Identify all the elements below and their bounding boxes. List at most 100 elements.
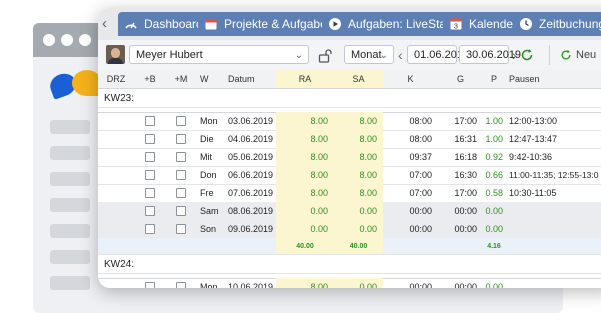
checkbox-cell — [166, 166, 196, 184]
toolbar-divider — [549, 45, 550, 65]
weekday: Fre — [200, 188, 214, 198]
plus-m-checkbox[interactable] — [176, 152, 186, 162]
chevron-down-icon: ⌄ — [294, 50, 303, 61]
tab-label: Aufgaben: LiveStart — [348, 17, 454, 31]
window-dot — [79, 34, 91, 46]
plus-b-checkbox[interactable] — [145, 152, 155, 162]
period-select[interactable]: Monat ⌄ — [344, 45, 394, 64]
previous-period-icon[interactable]: ‹ — [398, 48, 403, 62]
plus-m-checkbox[interactable] — [176, 224, 186, 234]
ra-value: 8.00 — [276, 278, 334, 288]
col-header-k[interactable]: K — [383, 70, 438, 88]
ra-value: 8.00 — [276, 148, 334, 166]
clock-icon — [520, 18, 532, 30]
table-row[interactable]: Don 06.06.2019 8.00 8.00 07:00 16:30 0.6… — [98, 166, 601, 185]
sa-value: 8.00 — [334, 184, 383, 202]
checkbox-cell — [166, 130, 196, 148]
ra-value: 8.00 — [276, 184, 334, 202]
pause-hours: 0.58 — [485, 188, 503, 198]
placeholder-bar — [50, 224, 90, 238]
plus-b-checkbox[interactable] — [145, 170, 155, 180]
col-header-sa[interactable]: SA — [334, 70, 383, 88]
col-header-w[interactable]: W — [196, 70, 224, 88]
plus-b-checkbox[interactable] — [145, 134, 155, 144]
pause-hours: 1.00 — [485, 116, 503, 126]
date-from-field[interactable]: 01.06.2019 — [407, 45, 469, 64]
pausen-text — [505, 220, 601, 238]
placeholder-bar — [50, 198, 90, 212]
table-row[interactable]: Mon 03.06.2019 8.00 8.00 08:00 17:00 1.0… — [98, 112, 601, 131]
col-header-g[interactable]: G — [438, 70, 483, 88]
col-header-drz[interactable]: DRZ — [98, 70, 134, 88]
plus-m-checkbox[interactable] — [176, 170, 186, 180]
tab-zeitbuchungs[interactable]: Zeitbuchungs — [513, 12, 601, 36]
pausen-text: 9:42-10:36 — [509, 152, 553, 162]
plus-m-checkbox[interactable] — [176, 206, 186, 216]
table-row[interactable]: Die 04.06.2019 8.00 8.00 08:00 16:31 1.0… — [98, 130, 601, 149]
avatar-body — [108, 58, 123, 64]
weekday: Mon — [200, 282, 218, 288]
col-header-plus-m[interactable]: +M — [166, 70, 196, 88]
table-row-weekend[interactable]: Son 09.06.2019 0.00 0.00 00:00 00:00 0.0… — [98, 220, 601, 239]
col-header-plus-b[interactable]: +B — [134, 70, 166, 88]
plus-m-checkbox[interactable] — [176, 282, 186, 288]
checkbox-cell — [166, 220, 196, 238]
tab-projekte-aufgaben[interactable]: Projekte & Aufgaben — [198, 12, 342, 36]
pause-hours: 0.00 — [485, 282, 503, 288]
refresh-add-icon — [561, 49, 571, 60]
table-row[interactable]: Fre 07.06.2019 8.00 8.00 07:00 17:00 0.5… — [98, 184, 601, 203]
date: 06.06.2019 — [228, 170, 274, 180]
pausen-text: 12:00-13:00 — [509, 116, 558, 126]
weekday: Son — [200, 224, 217, 234]
week-total-row: 40.00 40.00 4.16 — [98, 238, 601, 255]
table-row[interactable]: Mon 10.06.2019 8.00 0.00 00:00 00:00 0.0… — [98, 278, 601, 288]
app-window: ‹ Dashboard Projekte & Aufgaben Aufgaben… — [98, 8, 601, 288]
dashboard-icon — [125, 22, 137, 29]
sa-value: 0.00 — [334, 220, 383, 238]
placeholder-bar — [50, 120, 90, 134]
gehen-time: 17:00 — [454, 188, 477, 198]
new-button[interactable]: Neu — [556, 46, 596, 64]
refresh-icon[interactable] — [520, 48, 534, 62]
date: 04.06.2019 — [228, 134, 274, 144]
plus-b-checkbox[interactable] — [145, 116, 155, 126]
plus-b-checkbox[interactable] — [145, 224, 155, 234]
table-row-weekend[interactable]: Sam 08.06.2019 0.00 0.00 00:00 00:00 0.0… — [98, 202, 601, 221]
plus-m-checkbox[interactable] — [176, 134, 186, 144]
tab-label: Projekte & Aufgaben — [224, 17, 334, 31]
gehen-time: 00:00 — [454, 282, 477, 288]
col-header-p[interactable]: P — [483, 70, 505, 88]
pausen-text: 12:47-13:47 — [509, 134, 558, 144]
col-header-datum[interactable]: Datum — [224, 70, 276, 88]
weekday: Don — [200, 170, 217, 180]
table-row[interactable]: Mit 05.06.2019 8.00 8.00 09:37 16:18 0.9… — [98, 148, 601, 167]
checkbox-cell — [134, 202, 166, 220]
plus-b-checkbox[interactable] — [145, 206, 155, 216]
next-period-icon[interactable]: › — [512, 48, 517, 62]
pause-hours: 1.00 — [485, 134, 503, 144]
checkbox-cell — [166, 278, 196, 288]
col-header-pausen[interactable]: Pausen — [505, 70, 601, 88]
weekday: Sam — [200, 206, 219, 216]
user-select[interactable]: Meyer Hubert ⌄ — [129, 45, 309, 64]
tabs-back-icon[interactable]: ‹ — [102, 15, 107, 32]
gehen-time: 16:18 — [454, 152, 477, 162]
checkbox-cell — [166, 112, 196, 130]
kommen-time: 09:37 — [409, 152, 432, 162]
plus-b-checkbox[interactable] — [145, 282, 155, 288]
unlock-icon[interactable] — [318, 49, 332, 63]
ra-value: 0.00 — [276, 202, 334, 220]
plus-m-checkbox[interactable] — [176, 188, 186, 198]
plus-b-checkbox[interactable] — [145, 188, 155, 198]
chevron-down-icon: ⌄ — [379, 50, 388, 61]
ra-value: 0.00 — [276, 220, 334, 238]
weekday: Mit — [200, 152, 212, 162]
col-header-ra[interactable]: RA — [276, 70, 334, 88]
sa-total: 40.00 — [334, 238, 383, 254]
tab-aufgaben-livestart[interactable]: Aufgaben: LiveStart — [322, 12, 463, 36]
date-to-field[interactable]: 30.06.2019 — [459, 45, 521, 64]
checkbox-cell — [134, 166, 166, 184]
plus-m-checkbox[interactable] — [176, 116, 186, 126]
toolbar: Meyer Hubert ⌄ Monat ⌄ ‹ 01.06.2019 30.0… — [98, 40, 601, 71]
checkbox-cell — [134, 220, 166, 238]
